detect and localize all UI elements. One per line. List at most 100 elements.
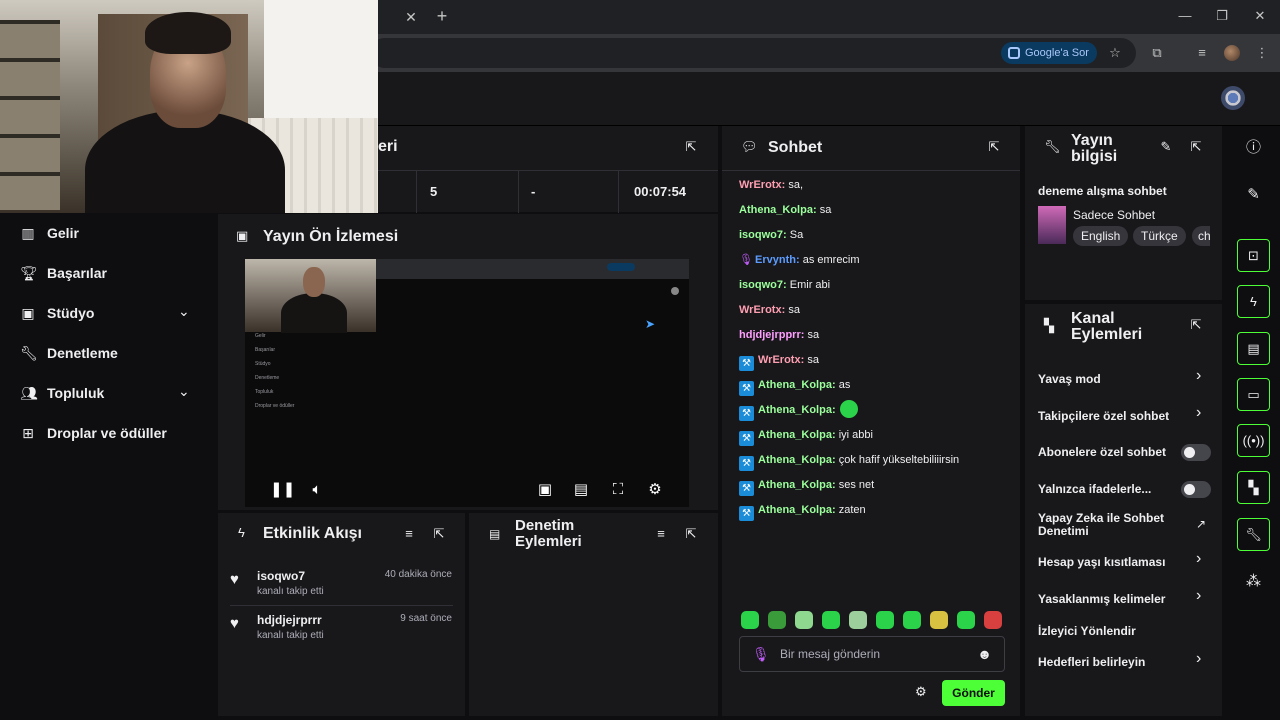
chat-username[interactable]: WrErotx: [739, 304, 782, 316]
chat-message[interactable]: ⚒ Athena_Kolpa: iyi abbi: [739, 425, 1019, 446]
info-icon[interactable]: ⓘ: [1237, 131, 1270, 164]
category-box-art[interactable]: [1038, 206, 1066, 244]
chat-message[interactable]: ⚒ Athena_Kolpa: zaten: [739, 500, 1019, 521]
filter-icon[interactable]: ≡: [401, 526, 417, 542]
account-age-item[interactable]: Hesap yaşı kısıtlaması: [1038, 552, 1212, 572]
volume-icon[interactable]: 🔈︎: [307, 480, 327, 500]
clip-icon[interactable]: ⊡: [1237, 239, 1270, 272]
emote-picker-icon[interactable]: ☻: [977, 646, 992, 662]
tag-truncated[interactable]: ch: [1192, 226, 1210, 246]
emote-10[interactable]: [984, 611, 1002, 629]
popout-icon[interactable]: ⇱: [1188, 317, 1204, 333]
chat-username[interactable]: Athena_Kolpa: [739, 204, 813, 216]
chat-username[interactable]: Athena_Kolpa: [758, 454, 832, 466]
chevron-right-icon[interactable]: ›: [1196, 550, 1201, 568]
chat-username[interactable]: Athena_Kolpa: [758, 504, 832, 516]
chat-message[interactable]: ⚒ Athena_Kolpa: as: [739, 375, 1019, 396]
chat-username[interactable]: isoqwo7: [739, 229, 783, 241]
popout-icon[interactable]: ⇱: [683, 139, 699, 155]
moderator-badge-icon[interactable]: ⚒: [739, 481, 754, 496]
emote-5[interactable]: [849, 611, 867, 629]
google-lens-button[interactable]: Google'a Sor: [1001, 42, 1097, 64]
bookmark-star-icon[interactable]: ☆: [1106, 44, 1124, 62]
emote-9[interactable]: [957, 611, 975, 629]
send-button[interactable]: Gönder: [942, 680, 1005, 706]
edit-pencil-icon[interactable]: ✎: [1158, 139, 1174, 155]
browser-profile-avatar[interactable]: [1224, 45, 1240, 61]
moderator-badge-icon[interactable]: ⚒: [739, 506, 754, 521]
minimize-icon[interactable]: —: [1173, 6, 1197, 26]
moderator-badge-icon[interactable]: ⚒: [739, 356, 754, 371]
moderator-badge-icon[interactable]: ⚒: [739, 381, 754, 396]
nav-item-topluluk[interactable]: 👥︎ Topluluk ⌄: [0, 373, 216, 413]
moderator-badge-icon[interactable]: ⚒: [739, 406, 754, 421]
chat-message[interactable]: ⚒ Athena_Kolpa: çok hafif yükseltebiliiir…: [739, 450, 1019, 471]
emote-4[interactable]: [822, 611, 840, 629]
feed-item[interactable]: ♥ hdjdjejrprrr kanalı takip etti 9 saat …: [230, 613, 454, 657]
add-quick-action-icon[interactable]: ⁂: [1237, 565, 1270, 598]
emote-2[interactable]: [768, 611, 786, 629]
nav-item-gelir[interactable]: ▥ Gelir: [0, 213, 216, 253]
chat-username[interactable]: WrErotx: [739, 179, 782, 191]
emote-8[interactable]: [930, 611, 948, 629]
nav-item-droplar[interactable]: ⊞ Droplar ve ödüller: [0, 413, 216, 453]
tag-turkce[interactable]: Türkçe: [1133, 226, 1186, 246]
popout-icon[interactable]: ⇱: [431, 526, 447, 542]
settings-gear-icon[interactable]: ⚙: [645, 480, 665, 500]
moderator-badge-icon[interactable]: ⚒: [739, 456, 754, 471]
emote-6[interactable]: [876, 611, 894, 629]
pause-icon[interactable]: ❚❚: [270, 480, 295, 500]
new-tab-icon[interactable]: +: [432, 6, 452, 26]
fullscreen-icon[interactable]: ⛶: [608, 480, 628, 500]
chat-message[interactable]: ⚒ WrErotx: sa: [739, 350, 1019, 371]
feed-item[interactable]: ♥ isoqwo7 kanalı takip etti 40 dakika ön…: [230, 569, 454, 613]
moderator-badge-icon[interactable]: ⚒: [739, 431, 754, 446]
nav-item-denetleme[interactable]: 🔧︎ Denetleme: [0, 333, 216, 373]
ai-moderation-item[interactable]: Yapay Zeka ile Sohbet Denetimi: [1038, 512, 1188, 546]
chat-message[interactable]: WrErotx: sa,: [739, 175, 1019, 195]
chat-username[interactable]: isoqwo7: [739, 279, 783, 291]
chat-username[interactable]: hdjdjejrpprr: [739, 329, 801, 341]
chat-settings-icon[interactable]: ⚙: [915, 684, 927, 700]
broadcast-icon[interactable]: ((•)): [1237, 424, 1270, 457]
chat-username[interactable]: Ervynth: [755, 254, 796, 266]
chevron-right-icon[interactable]: ›: [1196, 404, 1201, 422]
slow-mode-item[interactable]: Yavaş mod: [1038, 369, 1212, 389]
emote-1[interactable]: [741, 611, 759, 629]
popout-icon[interactable]: ⇱: [683, 526, 699, 542]
nav-item-basarilar[interactable]: 🏆︎ Başarılar: [0, 253, 216, 293]
popout-icon[interactable]: ⇱: [1188, 139, 1204, 155]
chat-message[interactable]: isoqwo7: Emir abi: [739, 275, 1019, 295]
emote-only-toggle[interactable]: [1181, 481, 1211, 498]
chat-message[interactable]: hdjdjejrpprr: sa: [739, 325, 1019, 345]
chevron-right-icon[interactable]: ›: [1196, 587, 1201, 605]
chat-username[interactable]: Athena_Kolpa: [758, 479, 832, 491]
emote-3[interactable]: [795, 611, 813, 629]
user-avatar[interactable]: [1221, 86, 1245, 110]
extensions-icon[interactable]: ⧉: [1148, 44, 1166, 62]
blocked-terms-item[interactable]: Yasaklanmış kelimeler: [1038, 589, 1212, 609]
chat-message[interactable]: WrErotx: sa: [739, 300, 1019, 320]
chat-announce-icon[interactable]: ▭: [1237, 378, 1270, 411]
chat-emote[interactable]: [839, 400, 858, 418]
nav-item-studyo[interactable]: ▣ Stüdyo ⌄: [0, 293, 216, 333]
emote-7[interactable]: [903, 611, 921, 629]
mic-badge-icon[interactable]: 🎙︎: [739, 250, 753, 270]
notes-icon[interactable]: ▤: [1237, 332, 1270, 365]
chevron-right-icon[interactable]: ›: [1196, 650, 1201, 668]
quick-action-bolt-icon[interactable]: ϟ: [1237, 285, 1270, 318]
tab-close-icon[interactable]: ✕: [402, 8, 420, 26]
chat-message[interactable]: 🎙︎ Ervynth: as emrecim: [739, 250, 1019, 270]
chat-username[interactable]: Athena_Kolpa: [758, 404, 832, 416]
window-close-icon[interactable]: ✕: [1248, 6, 1272, 26]
channel-actions-rail-icon[interactable]: ▚: [1237, 471, 1270, 504]
browser-menu-icon[interactable]: ⋮: [1253, 44, 1271, 62]
chevron-right-icon[interactable]: ›: [1196, 367, 1201, 385]
filter-icon[interactable]: ≡: [653, 526, 669, 542]
chat-username[interactable]: Athena_Kolpa: [758, 429, 832, 441]
raid-item[interactable]: İzleyici Yönlendir: [1038, 621, 1212, 641]
preview-video[interactable]: Gelir Başarılar Stüdyo Denetleme Toplulu…: [245, 259, 689, 507]
external-link-icon[interactable]: ↗: [1196, 517, 1206, 531]
chat-username[interactable]: WrErotx: [758, 354, 801, 366]
wrench-rail-icon[interactable]: 🔧︎: [1237, 518, 1270, 551]
